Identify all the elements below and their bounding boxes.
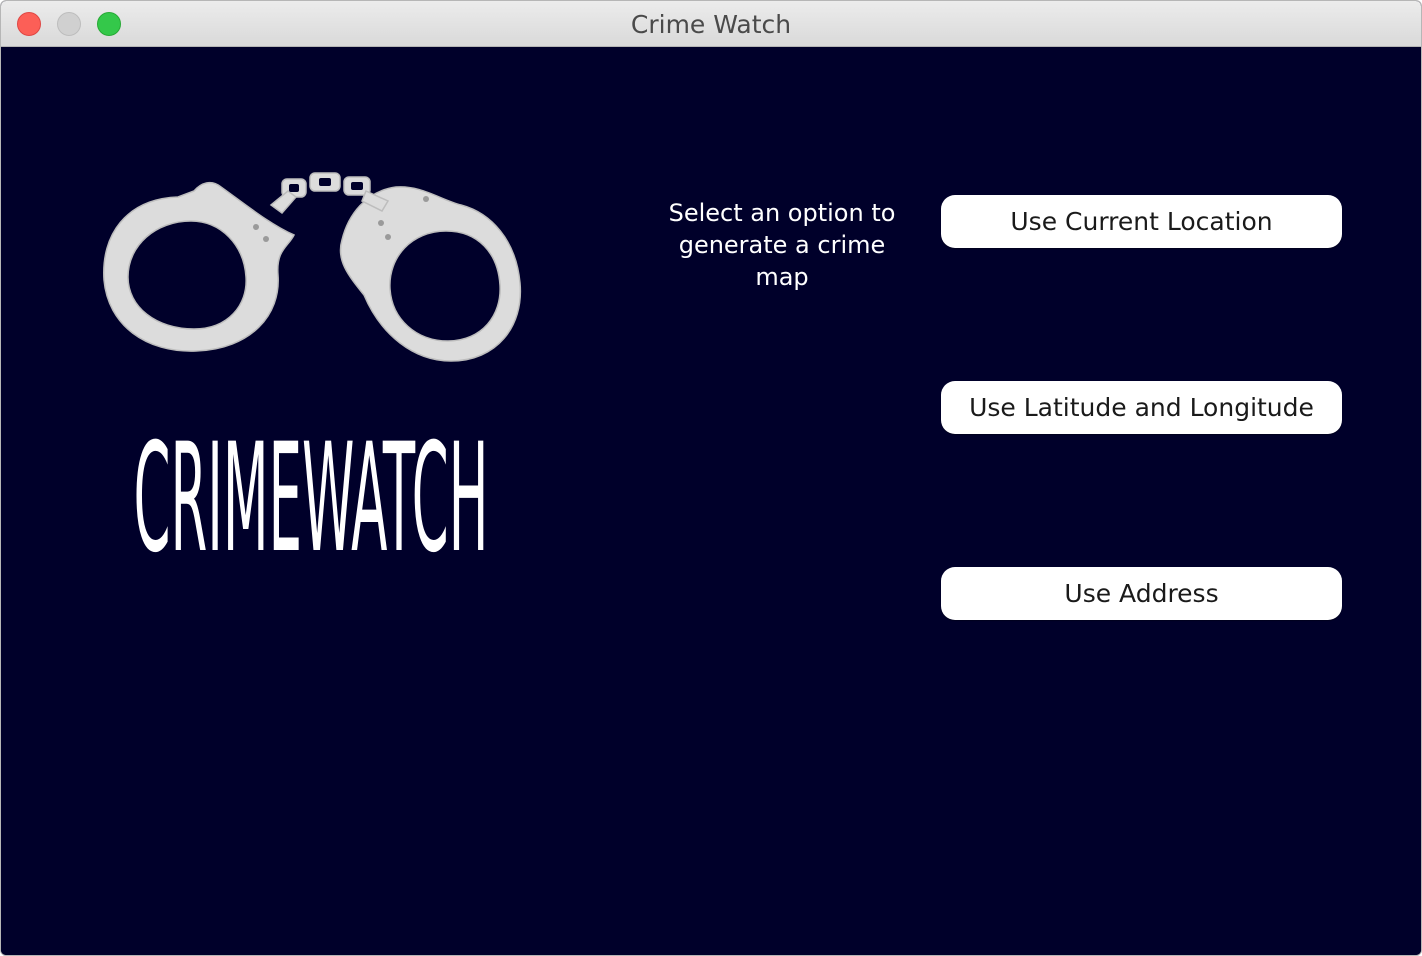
crimewatch-logo: CRIMEWATCH (96, 165, 536, 565)
window-title: Crime Watch (630, 10, 792, 39)
instruction-text: Select an option to generate a crime map (668, 199, 896, 291)
logo-wordmark: CRIMEWATCH (134, 412, 489, 565)
use-address-button[interactable]: Use Address (941, 567, 1342, 620)
use-latitude-longitude-button[interactable]: Use Latitude and Longitude (941, 381, 1342, 434)
app-window: Crime Watch CRIMEWATCH Select an option … (0, 0, 1422, 956)
use-current-location-button[interactable]: Use Current Location (941, 195, 1342, 248)
handcuffs-icon (103, 172, 522, 362)
title-bar[interactable]: Crime Watch (1, 1, 1421, 47)
main-content: CRIMEWATCH Select an option to generate … (1, 47, 1421, 955)
handcuffs-logo-graphic: CRIMEWATCH (103, 172, 522, 565)
